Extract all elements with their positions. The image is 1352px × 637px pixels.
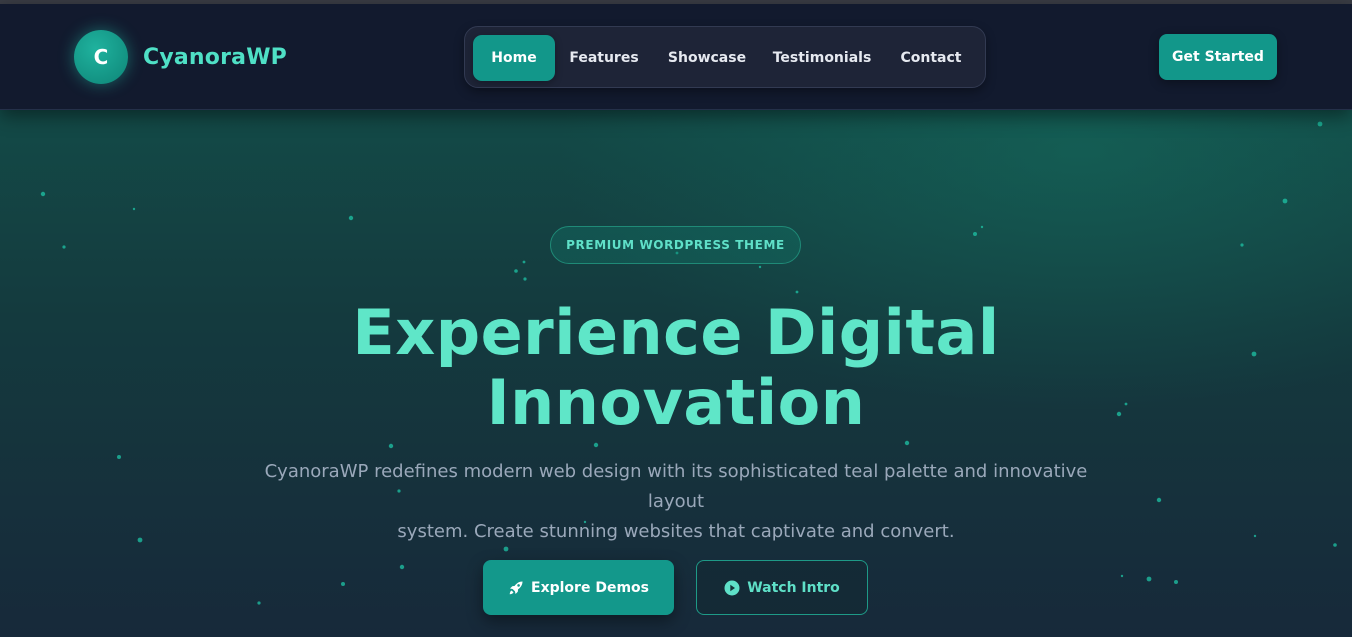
- rocket-icon: [508, 580, 524, 596]
- watch-intro-button[interactable]: Watch Intro: [696, 560, 868, 615]
- hero-title-line-1: Experience Digital: [352, 296, 1000, 369]
- nav-item-testimonials[interactable]: Testimonials: [768, 35, 876, 81]
- get-started-button[interactable]: Get Started: [1159, 34, 1277, 80]
- nav-item-features[interactable]: Features: [563, 35, 645, 81]
- hero-description-line-2: system. Create stunning websites that ca…: [397, 521, 955, 542]
- logo-badge: C: [74, 30, 128, 84]
- nav-item-showcase[interactable]: Showcase: [661, 35, 753, 81]
- nav-item-home[interactable]: Home: [473, 35, 555, 81]
- hero-title-line-2: Innovation: [486, 366, 866, 439]
- explore-demos-label: Explore Demos: [531, 579, 649, 596]
- hero-badge: PREMIUM WORDPRESS THEME: [550, 226, 801, 264]
- site-header: C CyanoraWP Home Features Showcase Testi…: [0, 4, 1352, 110]
- brand-name: CyanoraWP: [143, 44, 287, 70]
- explore-demos-button[interactable]: Explore Demos: [483, 560, 674, 615]
- logo-letter: C: [93, 45, 109, 69]
- hero-title: Experience Digital Innovation: [276, 298, 1076, 438]
- main-nav: Home Features Showcase Testimonials Cont…: [464, 26, 986, 88]
- watch-intro-label: Watch Intro: [747, 579, 840, 596]
- hero-section: PREMIUM WORDPRESS THEME Experience Digit…: [0, 110, 1352, 637]
- hero-description: CyanoraWP redefines modern web design wi…: [256, 457, 1096, 547]
- nav-item-contact[interactable]: Contact: [892, 35, 970, 81]
- brand[interactable]: C CyanoraWP: [74, 30, 287, 84]
- hero-description-line-1: CyanoraWP redefines modern web design wi…: [264, 461, 1088, 512]
- play-circle-icon: [724, 580, 740, 596]
